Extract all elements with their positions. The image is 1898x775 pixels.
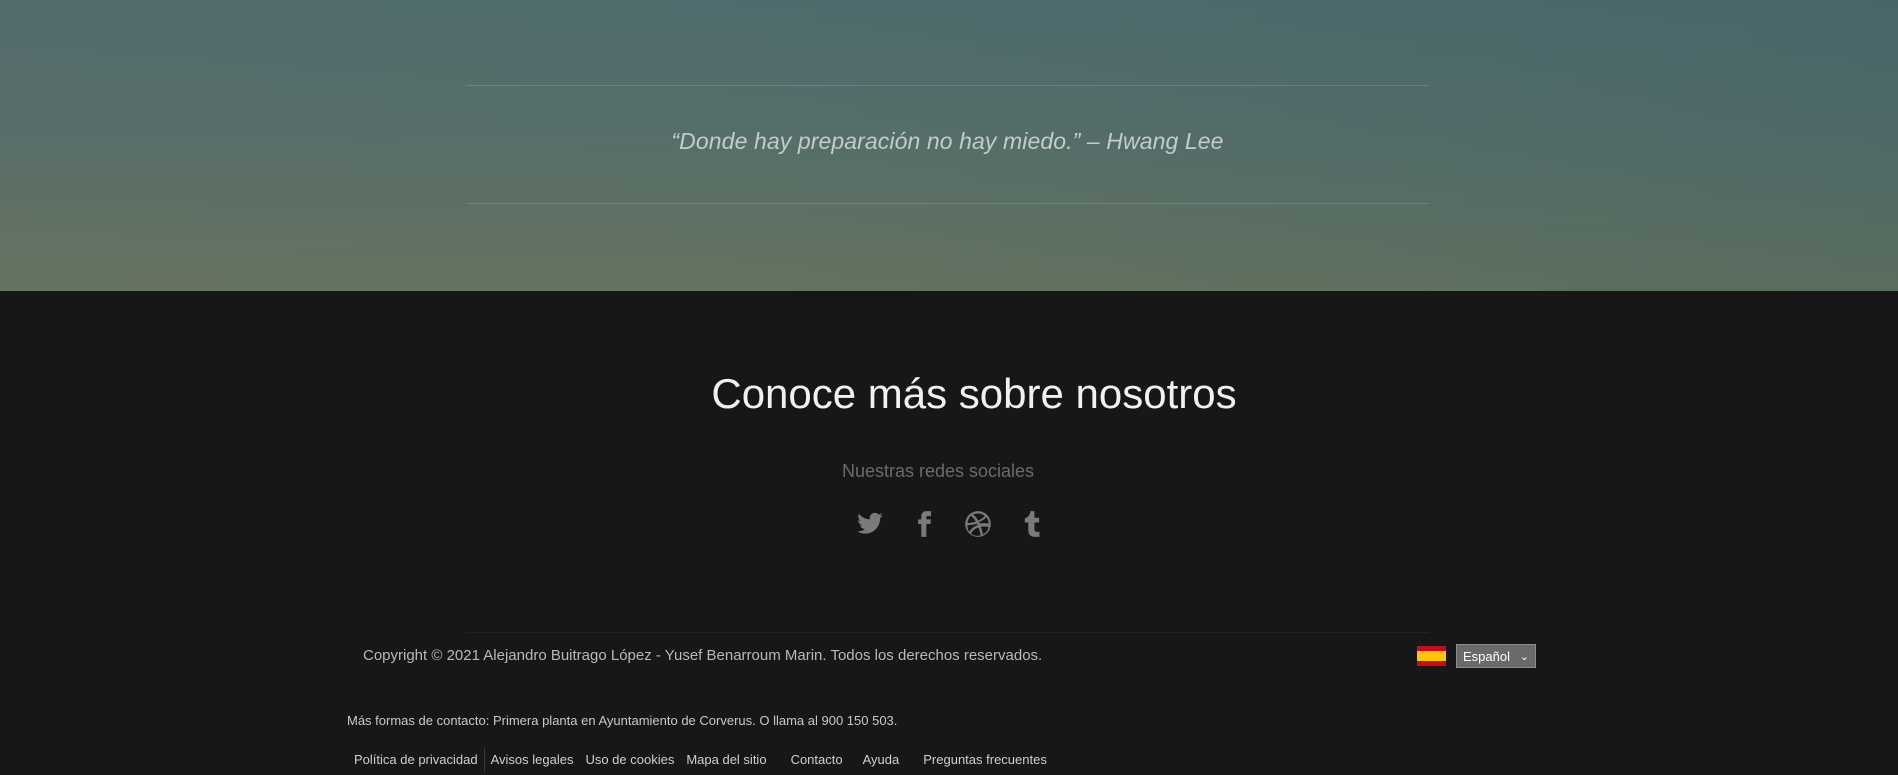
copyright-text: Copyright © 2021 Alejandro Buitrago Lópe… <box>363 647 1043 664</box>
quote-banner: “Donde hay preparación no hay miedo.” – … <box>0 0 1898 291</box>
link-privacy-policy[interactable]: Política de privacidad <box>348 752 484 772</box>
link-contact[interactable]: Contacto <box>785 752 857 772</box>
twitter-icon[interactable] <box>854 508 886 540</box>
language-select[interactable]: Español ⌄ <box>1456 644 1536 668</box>
footer-links: Política de privacidad Avisos legales Us… <box>348 748 1053 772</box>
quote-text: “Donde hay preparación no hay miedo.” – … <box>671 128 1224 154</box>
link-faq[interactable]: Preguntas frecuentes <box>917 752 1053 772</box>
social-label: Nuestras redes sociales <box>841 461 1035 481</box>
language-select-value: Español <box>1463 648 1510 664</box>
spain-flag-icon <box>1417 646 1446 666</box>
facebook-icon[interactable] <box>908 508 940 540</box>
link-sitemap[interactable]: Mapa del sitio <box>680 752 784 772</box>
dribbble-icon[interactable] <box>962 508 994 540</box>
chevron-down-icon: ⌄ <box>1519 650 1529 663</box>
contact-info: Más formas de contacto: Primera planta e… <box>347 713 898 728</box>
tumblr-icon[interactable] <box>1016 508 1048 540</box>
social-links <box>854 508 1048 540</box>
quote-bottom-divider <box>466 203 1429 204</box>
link-legal-notices[interactable]: Avisos legales <box>485 752 580 772</box>
quote-top-divider <box>466 85 1429 86</box>
footer-divider <box>466 632 1429 633</box>
footer-title: Conoce más sobre nosotros <box>711 370 1237 417</box>
language-switcher: Español ⌄ <box>1417 644 1536 668</box>
link-cookies[interactable]: Uso de cookies <box>579 752 680 772</box>
link-help[interactable]: Ayuda <box>857 752 918 772</box>
